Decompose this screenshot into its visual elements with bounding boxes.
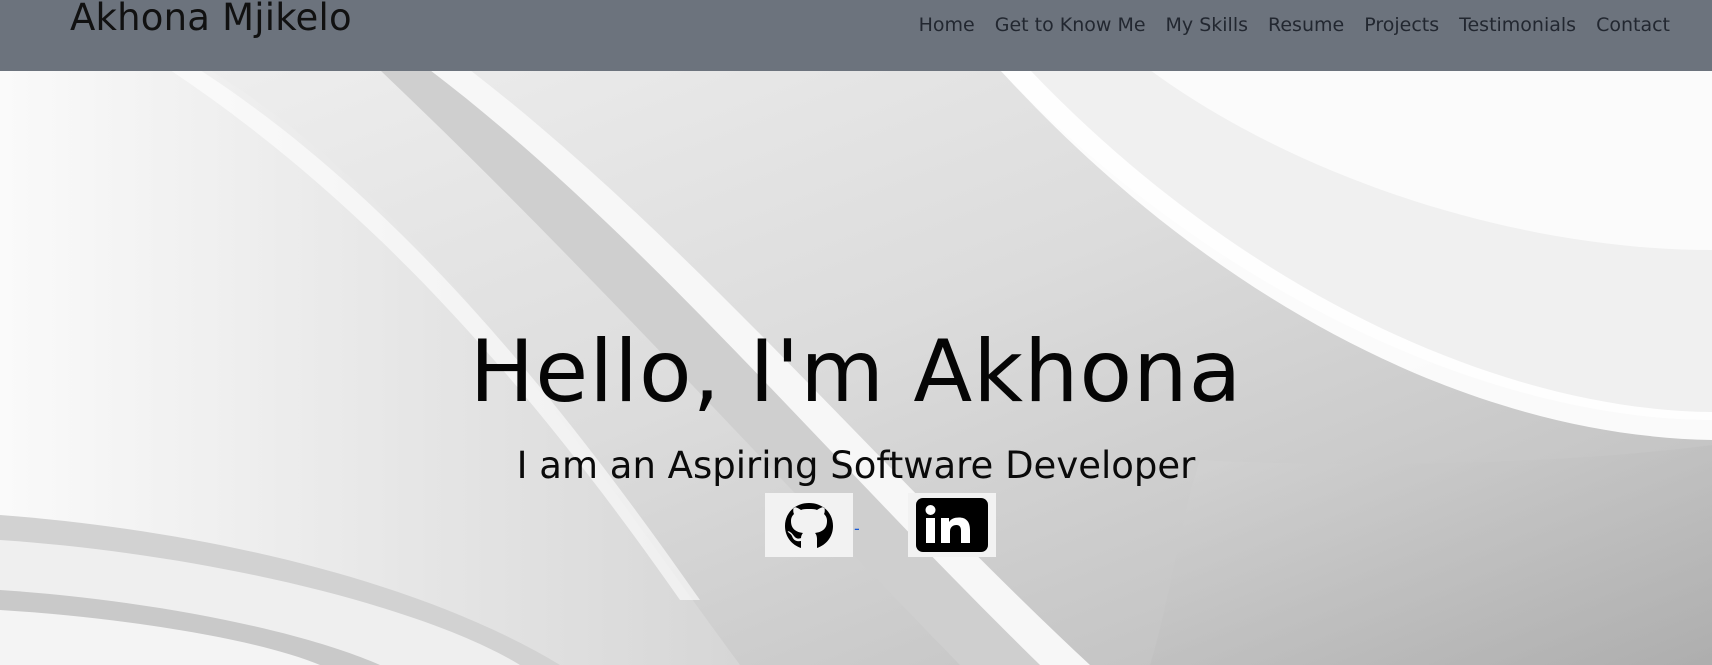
nav-item-about: Get to Know Me (985, 14, 1156, 36)
social-separator: - (854, 519, 860, 538)
brand-logo-link[interactable]: Akhona Mjikelo (70, 0, 352, 39)
nav-link-resume[interactable]: Resume (1268, 14, 1344, 36)
navbar: Akhona Mjikelo Home Get to Know Me My Sk… (0, 0, 1712, 71)
nav-link-projects[interactable]: Projects (1364, 14, 1439, 36)
hero-title: Hello, I'm Akhona (469, 322, 1243, 422)
github-link[interactable] (765, 493, 853, 557)
nav-link-home[interactable]: Home (919, 14, 975, 36)
hero-section: Hello, I'm Akhona I am an Aspiring Softw… (0, 0, 1712, 665)
nav-link-my-skills[interactable]: My Skills (1166, 14, 1248, 36)
nav-link-contact[interactable]: Contact (1596, 14, 1670, 36)
nav-item-home: Home (909, 14, 985, 36)
nav-link-get-to-know-me[interactable]: Get to Know Me (995, 14, 1146, 36)
nav-link-testimonials[interactable]: Testimonials (1459, 14, 1576, 36)
linkedin-icon (908, 493, 996, 557)
nav-item-resume: Resume (1258, 14, 1354, 36)
nav-menu: Home Get to Know Me My Skills Resume Pro… (909, 14, 1680, 36)
nav-item-skills: My Skills (1156, 14, 1258, 36)
linkedin-link[interactable] (908, 493, 996, 557)
github-icon (765, 493, 853, 557)
nav-item-contact: Contact (1586, 14, 1680, 36)
nav-item-testimonials: Testimonials (1449, 14, 1586, 36)
page: Akhona Mjikelo Home Get to Know Me My Sk… (0, 0, 1712, 665)
nav-item-projects: Projects (1354, 14, 1449, 36)
hero-subtitle: I am an Aspiring Software Developer (516, 444, 1196, 487)
